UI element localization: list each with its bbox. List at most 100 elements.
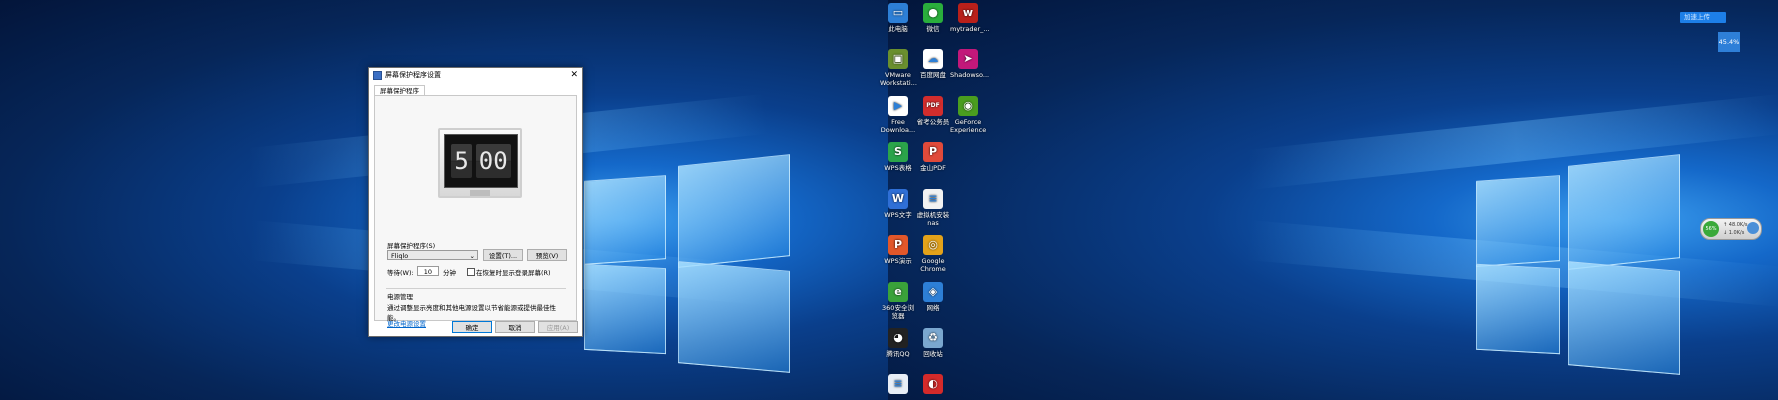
desktop-icon[interactable]: ◈ 网络: [915, 282, 951, 312]
desktop-icon[interactable]: S WPS表格: [880, 142, 916, 172]
desktop-icon[interactable]: ▭ 此电脑: [880, 3, 916, 33]
chevron-down-icon: ⌄: [469, 252, 475, 260]
wechat-icon: ●: [923, 3, 943, 23]
windows-logo-pane: [1568, 261, 1680, 375]
qq-icon: ◕: [888, 328, 908, 348]
screensaver-select-value: Fliqlo: [391, 252, 409, 260]
desktop-icon[interactable]: P WPS演示: [880, 235, 916, 265]
monitor-stand: [470, 190, 490, 196]
desktop-icon-label: 省考公务员: [916, 118, 950, 126]
flip-clock-hour: 5: [451, 144, 472, 178]
light-beam: [1245, 93, 1778, 190]
desktop-icon-label: 网络: [926, 304, 940, 312]
screensaver-select[interactable]: Fliqlo ⌄: [387, 250, 478, 260]
desktop-icon[interactable]: ◉ GeForce Experience: [950, 96, 986, 134]
desktop-icon-label: 回收站: [923, 350, 943, 358]
desktop-icon[interactable]: ◎ Google Chrome: [915, 235, 951, 273]
pdf-icon: PDF: [923, 96, 943, 116]
desktop-icon-label: mytrader_...: [950, 25, 990, 33]
desktop-icon[interactable]: W WPS文字: [880, 189, 916, 219]
change-power-settings-link[interactable]: 更改电源设置: [387, 318, 426, 328]
windows-logo-pane: [1476, 263, 1560, 355]
windows-logo-pane: [584, 175, 666, 265]
dialog-title: 屏幕保护程序设置: [385, 71, 441, 79]
wps-sheet-icon: S: [888, 142, 908, 162]
geforce-icon: ◉: [958, 96, 978, 116]
percent-widget[interactable]: 45.4%: [1718, 32, 1740, 52]
network-icon: ◈: [923, 282, 943, 302]
network-monitor-widget[interactable]: 56% ↑ 48.0K/s ↓ 1.0K/s: [1700, 218, 1762, 240]
desktop-icon-label: WPS表格: [884, 164, 912, 172]
document-icon: ≡: [923, 189, 943, 209]
screensaver-settings-dialog: 屏幕保护程序设置 ✕ 屏幕保护程序 5 00 屏幕保护程序(S) Fliqlo …: [368, 67, 583, 337]
windows-logo-pane: [584, 263, 666, 355]
desktop-icon[interactable]: ◕ 腾讯QQ: [880, 328, 916, 358]
baidu-netdisk-icon: ☁: [923, 49, 943, 69]
windows-logo-pane: [678, 261, 790, 373]
flip-clock-minute: 00: [475, 144, 511, 178]
desktop-icon[interactable]: ▶ Free Downloa...: [880, 96, 916, 134]
recycle-bin-icon: ♻: [923, 328, 943, 348]
mytrader-icon: w: [958, 3, 978, 23]
windows-logo-pane: [1476, 175, 1560, 267]
kingsoft-pdf-icon: P: [923, 142, 943, 162]
desktop-icon-label: 虚拟机安装 nas: [916, 211, 950, 227]
apply-button[interactable]: 应用(A): [538, 321, 578, 333]
wps-writer-icon: W: [888, 189, 908, 209]
power-title: 电源管理: [387, 293, 413, 301]
desktop-icon[interactable]: e 360安全浏览器: [880, 282, 916, 320]
screensaver-preview: 5 00: [438, 128, 522, 198]
shadowsocks-icon: ➤: [958, 49, 978, 69]
netease-music-icon: ◐: [923, 374, 943, 394]
settings-button[interactable]: 设置(T)...: [483, 249, 523, 261]
preview-button[interactable]: 预览(V): [527, 249, 567, 261]
screensaver-label: 屏幕保护程序(S): [387, 242, 436, 250]
windows-logo-pane: [1568, 154, 1680, 270]
computer-icon: ▭: [888, 3, 908, 23]
resume-checkbox[interactable]: [467, 268, 475, 276]
desktop-icon-label: 腾讯QQ: [886, 350, 910, 358]
desktop-icon[interactable]: ≡ 虚拟机安装 nas: [915, 189, 951, 227]
upload-accelerate-badge[interactable]: 加速上传: [1680, 12, 1726, 23]
windows-logo-pane: [678, 154, 790, 268]
upload-speed: ↑ 48.0K/s: [1723, 222, 1748, 228]
wait-unit: 分钟: [443, 269, 456, 277]
desktop-icon[interactable]: ➤ Shadowso...: [950, 49, 989, 79]
desktop-icon[interactable]: PDF 省考公务员: [915, 96, 951, 126]
desktop-icon-label: WPS演示: [884, 257, 912, 265]
360-browser-icon: e: [888, 282, 908, 302]
desktop-icon-label: 金山PDF: [920, 164, 946, 172]
desktop-icon[interactable]: ▣ VMware Workstati...: [880, 49, 917, 87]
ok-button[interactable]: 确定: [452, 321, 492, 333]
desktop-right: [888, 0, 1778, 400]
desktop-icon-label: 360安全浏览器: [882, 304, 914, 320]
wait-value: 10: [423, 268, 432, 276]
tab-body: 5 00 屏幕保护程序(S) Fliqlo ⌄ 设置(T)... 预览(V) 等…: [374, 95, 577, 328]
desktop-icon[interactable]: ◐: [915, 374, 951, 396]
dialog-titlebar[interactable]: 屏幕保护程序设置 ✕: [369, 68, 582, 82]
desktop-icon[interactable]: ♻ 回收站: [915, 328, 951, 358]
desktop-icon-label: 微信: [926, 25, 940, 33]
desktop-icon[interactable]: ● 微信: [915, 3, 951, 33]
net-percent: 56%: [1703, 221, 1719, 237]
wait-stepper[interactable]: 10: [417, 266, 439, 276]
desktop-icon-label: Free Downloa...: [880, 118, 916, 134]
cancel-button[interactable]: 取消: [495, 321, 535, 333]
download-speed: ↓ 1.0K/s: [1723, 230, 1745, 236]
wait-label: 等待(W):: [387, 269, 414, 277]
desktop-icon-label: GeForce Experience: [950, 118, 987, 134]
document-icon: ≡: [888, 374, 908, 394]
desktop-icon[interactable]: w mytrader_...: [950, 3, 990, 33]
screensaver-icon: [373, 70, 382, 80]
vmware-icon: ▣: [888, 49, 908, 69]
close-icon[interactable]: ✕: [570, 70, 578, 80]
desktop-icon[interactable]: P 金山PDF: [915, 142, 951, 172]
desktop-icon-label: WPS文字: [884, 211, 912, 219]
wps-presentation-icon: P: [888, 235, 908, 255]
free-download-icon: ▶: [888, 96, 908, 116]
resume-checkbox-label: 在恢复时显示登录屏幕(R): [476, 269, 551, 277]
desktop-icon[interactable]: ≡: [880, 374, 916, 396]
desktop-icon[interactable]: ☁ 百度网盘: [915, 49, 951, 79]
accelerate-icon: [1747, 222, 1759, 234]
preview-screen: 5 00: [444, 134, 518, 188]
